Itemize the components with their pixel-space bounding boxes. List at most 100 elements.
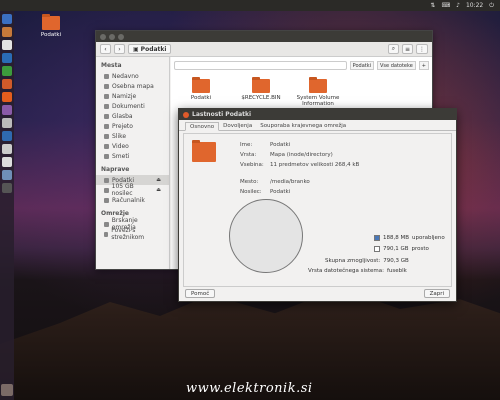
sidebar-item-trash[interactable]: Smeti [96,151,169,161]
keyboard-icon[interactable]: ⌨ [441,2,450,9]
used-value: 188,8 MB [383,235,410,241]
help-button[interactable]: Pomoč [185,289,216,298]
impress-icon[interactable] [2,79,12,89]
file-item[interactable]: $RECYCLE.BIN [239,77,283,101]
sidebar-item-label: Video [112,142,129,150]
sidebar-item-pictures[interactable]: Slike [96,131,169,141]
browser-icon[interactable] [2,131,12,141]
drive-icon[interactable] [2,144,12,154]
drive-icon: ▣ [133,45,139,53]
eject-icon[interactable]: ⏏ [156,177,161,183]
terminal-icon[interactable] [2,183,12,193]
sidebar-item-label: Smeti [112,152,130,160]
forward-button[interactable]: › [114,44,125,54]
workspaces-icon[interactable] [2,170,12,180]
document-icon[interactable] [2,40,12,50]
filesystem-value: fuseblk [386,268,407,274]
video-icon [104,143,109,149]
drive-icon-2[interactable] [2,157,12,167]
name-label: Ime: [240,142,253,148]
sidebar-item-label: Dokumenti [112,102,145,110]
sidebar-item-label: Poveži s strežnikom [111,227,145,241]
drive-icon [104,187,109,193]
folder-icon [252,77,270,93]
tab-local-network-share[interactable]: Souporaba krajevnega omrežja [256,122,350,130]
type-value: Mapa (inode/directory) [270,152,333,158]
fm-sidebar: Mesta Nedavno Osebna mapa Namizje Dokume… [96,57,170,269]
sidebar-item-documents[interactable]: Dokumenti [96,101,169,111]
location-label: Mesto: [240,179,259,185]
clock-icon [104,73,109,79]
sidebar-item-computer[interactable]: Računalnik [96,195,169,205]
sidebar-item-home[interactable]: Osebna mapa [96,81,169,91]
tab-permissions[interactable]: Dovoljenja [219,122,256,130]
amazon-icon[interactable] [2,105,12,115]
dash-icon[interactable] [2,14,12,24]
file-label: Podatki [190,95,212,101]
sidebar-item-label: Osebna mapa [112,82,154,90]
sidebar-item-label: Prejeto [112,122,133,130]
search-scope-button[interactable]: Podatki [349,61,375,70]
software-center-icon[interactable] [2,92,12,102]
watermark: www.elektronik.si [186,381,313,396]
file-label: $RECYCLE.BIN [241,95,281,101]
search-input[interactable] [174,61,347,70]
network-icon[interactable]: ⇅ [430,2,435,9]
sidebar-item-videos[interactable]: Video [96,141,169,151]
drive-icon [104,177,109,183]
search-bar: Podatki Vse datoteke + [174,60,429,71]
disk-usage-pie [229,199,303,273]
search-button[interactable]: ⌕ [387,44,399,54]
clock[interactable]: 10:22 [466,2,483,9]
tab-basic[interactable]: Osnovno [185,122,220,131]
options-menu-button[interactable]: ⋮ [416,44,428,54]
capacity-value: 790,3 GB [383,258,409,264]
calc-icon[interactable] [2,66,12,76]
sidebar-item-label: Glasba [112,112,133,120]
close-button[interactable]: Zapri [423,289,450,298]
type-label: Vrsta: [240,152,257,158]
search-type-button[interactable]: Vse datoteke [377,61,416,70]
power-icon[interactable]: ⏻ [489,2,494,10]
settings-icon[interactable] [2,118,12,128]
writer-icon[interactable] [2,53,12,63]
back-button[interactable]: ‹ [100,44,111,54]
sidebar-item-volume[interactable]: 105 GB nosilec ⏏ [96,183,169,197]
sidebar-item-connect-server[interactable]: Poveži s strežnikom [96,227,169,241]
desktop-folder[interactable]: Podatki [38,14,64,38]
capacity-row: Skupna zmogljivost: 790,3 GB [325,258,409,264]
file-item[interactable]: Podatki [179,77,223,101]
fm-toolbar: ‹ › ▣ Podatki ⌕ ≡ ⋮ [96,42,432,57]
folder-icon [192,140,216,162]
volume-icon[interactable]: ♪ [456,2,460,9]
eject-icon[interactable]: ⏏ [156,187,161,193]
sidebar-item-label: 105 GB nosilec [111,183,134,197]
trash-icon[interactable] [1,384,13,396]
free-value: 790,1 GB [383,246,409,252]
free-legend: 790,1 GB prosto [374,246,429,252]
volume-label: Nosilec: [240,189,262,195]
sidebar-item-desktop[interactable]: Namizje [96,91,169,101]
server-icon [104,231,109,237]
path-button[interactable]: ▣ Podatki [128,44,172,54]
used-legend: 188,8 MB uporabljeno [374,235,445,241]
used-label: uporabljeno [412,235,445,241]
add-filter-button[interactable]: + [418,61,429,70]
sidebar-item-downloads[interactable]: Prejeto [96,121,169,131]
free-label: prosto [411,246,429,252]
sidebar-item-recent[interactable]: Nedavno [96,71,169,81]
sidebar-item-music[interactable]: Glasba [96,111,169,121]
minimize-window-button[interactable] [109,33,115,40]
music-icon [104,113,109,119]
files-icon[interactable] [2,27,12,37]
maximize-window-button[interactable] [118,33,124,40]
dialog-titlebar[interactable]: Lastnosti Podatki [179,109,456,120]
filesystem-label: Vrsta datotečnega sistema: [308,268,384,274]
close-dialog-icon[interactable] [183,111,189,118]
fm-titlebar[interactable] [96,31,432,42]
close-window-button[interactable] [100,33,106,40]
desktop-folder-label: Podatki [40,32,62,38]
sidebar-item-label: Namizje [112,92,137,100]
file-item[interactable]: System Volume Information [296,77,340,107]
view-menu-button[interactable]: ≡ [401,44,413,54]
